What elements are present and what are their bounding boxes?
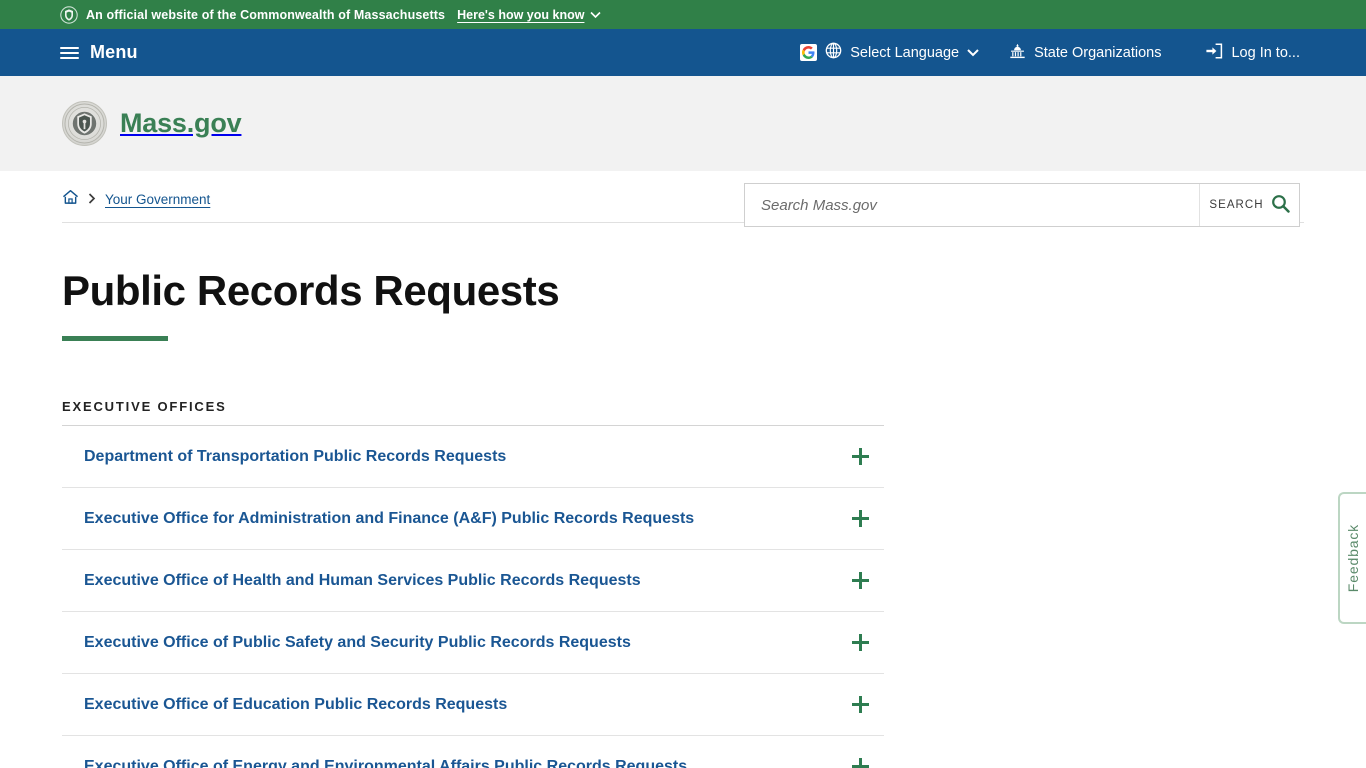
heres-how-you-know-label: Here's how you know: [457, 7, 585, 22]
search-input[interactable]: [745, 184, 1199, 226]
accordion-item-title: Executive Office of Energy and Environme…: [84, 757, 688, 768]
plus-icon[interactable]: [844, 504, 876, 534]
main-menu-button[interactable]: Menu: [0, 42, 138, 63]
accordion-item-title: Executive Office for Administration and …: [84, 509, 695, 527]
plus-icon[interactable]: [844, 628, 876, 658]
site-masthead: Mass.gov SEARCH: [0, 76, 1366, 227]
brand-name: Mass.gov: [120, 108, 242, 138]
accordion-item[interactable]: Executive Office of Energy and Environme…: [62, 736, 884, 768]
state-organizations-link[interactable]: State Organizations: [1009, 29, 1161, 76]
log-in-to-link[interactable]: Log In to...: [1205, 29, 1300, 76]
official-website-banner: An official website of the Commonwealth …: [0, 0, 1366, 29]
accordion-item[interactable]: Executive Office of Health and Human Ser…: [62, 550, 884, 612]
accordion-item-title: Executive Office of Education Public Rec…: [84, 695, 508, 713]
section-label-executive-offices: EXECUTIVE OFFICES: [62, 399, 227, 414]
accordion-item-title: Department of Transportation Public Reco…: [84, 447, 507, 465]
log-in-to-label: Log In to...: [1231, 44, 1300, 61]
feedback-tab-label: Feedback: [1345, 523, 1361, 593]
shield-icon: [60, 5, 78, 24]
accordion-item[interactable]: Department of Transportation Public Reco…: [62, 426, 884, 488]
chevron-right-icon: [88, 193, 96, 206]
page-title: Public Records Requests: [62, 267, 560, 314]
search-button[interactable]: SEARCH: [1199, 184, 1299, 226]
plus-icon[interactable]: [844, 442, 876, 472]
massachusetts-state-seal-icon: [62, 101, 107, 146]
accordion-item[interactable]: Executive Office of Public Safety and Se…: [62, 612, 884, 674]
plus-icon[interactable]: [844, 752, 876, 768]
accordion-item[interactable]: Executive Office for Administration and …: [62, 488, 884, 550]
breadcrumb-item-your-government[interactable]: Your Government: [105, 192, 210, 207]
heres-how-you-know-toggle[interactable]: Here's how you know: [457, 7, 602, 22]
select-language-label: Select Language: [850, 44, 960, 61]
mass-gov-home-link[interactable]: Mass.gov: [0, 101, 242, 146]
login-arrow-icon: [1205, 42, 1223, 63]
state-organizations-label: State Organizations: [1034, 44, 1162, 61]
globe-icon: [825, 42, 842, 63]
hamburger-icon: [60, 46, 79, 59]
chevron-down-icon: [590, 8, 602, 22]
utility-nav-links: Select Language State Organizations Log …: [800, 29, 1366, 76]
home-icon[interactable]: [62, 189, 79, 210]
main-menu-label: Menu: [90, 42, 138, 62]
title-underline-rule: [62, 336, 168, 341]
select-language-dropdown[interactable]: Select Language: [800, 29, 979, 76]
capitol-building-icon: [1009, 43, 1026, 63]
search-icon: [1271, 194, 1290, 216]
plus-icon[interactable]: [844, 566, 876, 596]
accordion-item[interactable]: Executive Office of Education Public Rec…: [62, 674, 884, 736]
site-search: SEARCH: [744, 183, 1300, 227]
accordion-executive-offices: Department of Transportation Public Reco…: [62, 425, 884, 768]
utility-navbar: Menu Select Language State Organizations…: [0, 29, 1366, 76]
plus-icon[interactable]: [844, 690, 876, 720]
accordion-item-title: Executive Office of Health and Human Ser…: [84, 571, 641, 589]
search-button-label: SEARCH: [1209, 199, 1264, 211]
chevron-down-icon: [967, 45, 979, 61]
accordion-item-title: Executive Office of Public Safety and Se…: [84, 633, 631, 651]
banner-text: An official website of the Commonwealth …: [86, 7, 446, 22]
main-content: Your Government Public Records Requests …: [0, 171, 1366, 768]
google-translate-icon: [800, 44, 818, 61]
feedback-tab[interactable]: Feedback: [1338, 492, 1366, 624]
